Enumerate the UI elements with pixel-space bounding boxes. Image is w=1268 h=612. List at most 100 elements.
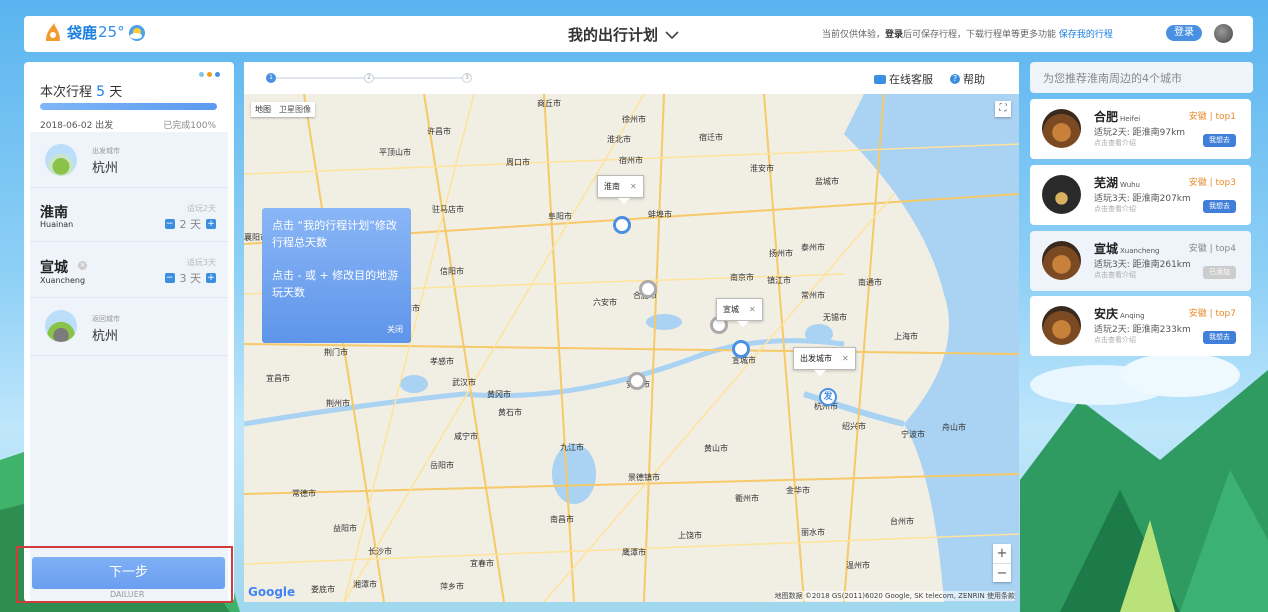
want-go-button[interactable]: 我想去: [1203, 134, 1236, 147]
map-label: 南昌市: [550, 515, 574, 524]
plus-button[interactable]: +: [206, 219, 216, 229]
map-type-map[interactable]: 地图: [251, 102, 275, 117]
map-label: 岳阳市: [430, 461, 454, 470]
card-city-en: Anqing: [1120, 312, 1145, 320]
zoom-in-button[interactable]: +: [993, 544, 1011, 563]
temperature: 25°: [98, 23, 125, 41]
suggest-days: 适玩2天: [186, 204, 216, 213]
list-item-return[interactable]: 返回城市 杭州: [30, 298, 228, 356]
map-canvas[interactable]: 地图 卫星图像 ⛶ 商丘市 徐州市 许昌市 平顶山市 周口市 淮北市 宿迁市 宿…: [244, 94, 1019, 602]
card-city-en: Heifei: [1120, 115, 1141, 123]
trip-prefix: 本次行程: [40, 85, 93, 100]
map-label: 荆门市: [324, 348, 348, 357]
popup-huainan: 淮南 ✕: [597, 175, 644, 204]
card-city-name: 合肥: [1094, 110, 1119, 124]
dot-3: [215, 72, 220, 77]
tooltip-line-1: 点击 “我的行程计划”修改行程总天数: [272, 219, 397, 249]
return-city: 杭州: [92, 329, 119, 344]
online-service-link[interactable]: 在线客服: [874, 71, 933, 87]
want-go-button[interactable]: 我想去: [1203, 200, 1236, 213]
card-city-en: Wuhu: [1120, 181, 1140, 189]
partly-cloudy-icon: [129, 25, 145, 41]
recommend-card[interactable]: 合肥 Heifei 适玩2天: 距淮南97km 点击查看介绍 安徽 | top1 …: [1030, 99, 1251, 159]
card-rank: 安徽 | top4: [1188, 244, 1236, 254]
map-panel: 1 2 3 在线客服 ? 帮助 地图 卫星图像 ⛶ 商丘市 徐州市 许昌市 平顶…: [244, 62, 1019, 602]
tooltip-close-button[interactable]: 关闭: [387, 321, 403, 338]
help-label: 帮助: [963, 73, 985, 86]
save-trip-link[interactable]: 保存我的行程: [1059, 30, 1113, 40]
days-stepper: − 3 天 +: [164, 270, 216, 286]
card-more-link[interactable]: 点击查看介绍: [1094, 138, 1136, 148]
map-label: 衢州市: [735, 494, 759, 503]
map-label: 六安市: [593, 298, 617, 307]
departure-city: 杭州: [92, 161, 119, 176]
map-label: 上海市: [894, 332, 918, 341]
tooltip-line-2: 点击 - 或 + 修改目的地游玩天数: [272, 269, 399, 299]
map-label: 南通市: [858, 278, 882, 287]
step-2[interactable]: 2: [364, 73, 374, 83]
dot-2: [207, 72, 212, 77]
avatar[interactable]: [1214, 24, 1233, 43]
minus-button[interactable]: −: [164, 273, 175, 283]
fullscreen-icon[interactable]: ⛶: [995, 101, 1011, 117]
map-marker-huainan[interactable]: [613, 216, 631, 234]
map-type-satellite[interactable]: 卫星图像: [275, 102, 315, 117]
recommend-card[interactable]: 宣城 Xuancheng 适玩3天: 距淮南261km 点击查看介绍 安徽 | t…: [1030, 231, 1251, 291]
recommend-card[interactable]: 安庆 Anqing 适玩2天: 距淮南233km 点击查看介绍 安徽 | top7…: [1030, 296, 1251, 356]
map-label: 舟山市: [942, 423, 966, 432]
hint-middle: 后可保存行程，下载行程单等更多功能: [903, 30, 1057, 40]
popup-close-icon[interactable]: ✕: [630, 182, 637, 191]
popup-close-icon[interactable]: ✕: [749, 305, 756, 314]
recommend-title: 为您推荐淮南周边的4个城市: [1030, 62, 1253, 93]
login-button[interactable]: 登录: [1166, 25, 1202, 41]
recommend-card[interactable]: 芜湖 Wuhu 适玩3天: 距淮南207km 点击查看介绍 安徽 | top3 我…: [1030, 165, 1251, 225]
service-label: 在线客服: [889, 73, 933, 86]
want-go-button[interactable]: 我想去: [1203, 331, 1236, 344]
help-link[interactable]: ? 帮助: [950, 71, 985, 87]
minus-button[interactable]: −: [164, 219, 175, 229]
map-label: 荆州市: [326, 399, 350, 408]
map-label: 娄底市: [311, 585, 335, 594]
map-toolbar: 1 2 3 在线客服 ? 帮助: [244, 62, 1019, 94]
step-1[interactable]: 1: [266, 73, 276, 83]
map-label: 宁波市: [901, 430, 925, 439]
card-more-link[interactable]: 点击查看介绍: [1094, 335, 1136, 345]
map-marker-xuancheng[interactable]: [732, 340, 750, 358]
map-marker[interactable]: [639, 280, 657, 298]
logo[interactable]: 袋鹿: [42, 21, 97, 43]
map-label: 温州市: [846, 561, 870, 570]
list-item-stop[interactable]: 宣城 × Xuancheng 适玩3天 − 3 天 +: [30, 242, 228, 298]
card-info: 适玩3天: 距淮南207km: [1094, 194, 1191, 204]
hint-login: 登录: [885, 30, 904, 40]
days-value: 3 天: [179, 272, 202, 285]
card-rank: 安徽 | top1: [1188, 112, 1236, 122]
zoom-out-button[interactable]: −: [993, 563, 1011, 582]
start-date: 2018-06-02 出发: [40, 121, 114, 131]
chevron-down-icon: [665, 30, 679, 39]
map-label: 咸宁市: [454, 432, 478, 441]
map-label: 许昌市: [427, 127, 451, 136]
map-label: 常德市: [292, 489, 316, 498]
map-marker[interactable]: [628, 372, 646, 390]
map-attribution[interactable]: 地图数据 ©2018 GS(2011)6020 Google, SK telec…: [774, 591, 1015, 601]
step-3[interactable]: 3: [462, 73, 472, 83]
remove-stop-icon[interactable]: ×: [78, 261, 87, 270]
list-item-stop[interactable]: 淮南 Huainan 适玩2天 − 2 天 +: [30, 188, 228, 242]
card-info: 适玩2天: 距淮南233km: [1094, 325, 1191, 335]
map-label: 黄石市: [498, 408, 522, 417]
departure-label: 出发城市: [92, 147, 120, 155]
map-label: 黄山市: [704, 444, 728, 453]
logo-deer-icon: [46, 23, 60, 41]
map-label: 上饶市: [678, 531, 702, 540]
card-more-link[interactable]: 点击查看介绍: [1094, 204, 1136, 214]
trip-plan-title[interactable]: 我的出行计划: [568, 24, 680, 45]
map-label: 商丘市: [537, 99, 561, 108]
popup-close-icon[interactable]: ✕: [842, 354, 849, 363]
map-label: 徐州市: [622, 115, 646, 124]
plus-button[interactable]: +: [206, 273, 216, 283]
map-marker-departure[interactable]: 发: [819, 388, 837, 406]
map-label: 盐城市: [815, 177, 839, 186]
city-skyline-icon: [45, 144, 77, 176]
card-more-link[interactable]: 点击查看介绍: [1094, 270, 1136, 280]
list-item-departure[interactable]: 出发城市 杭州: [30, 132, 228, 188]
